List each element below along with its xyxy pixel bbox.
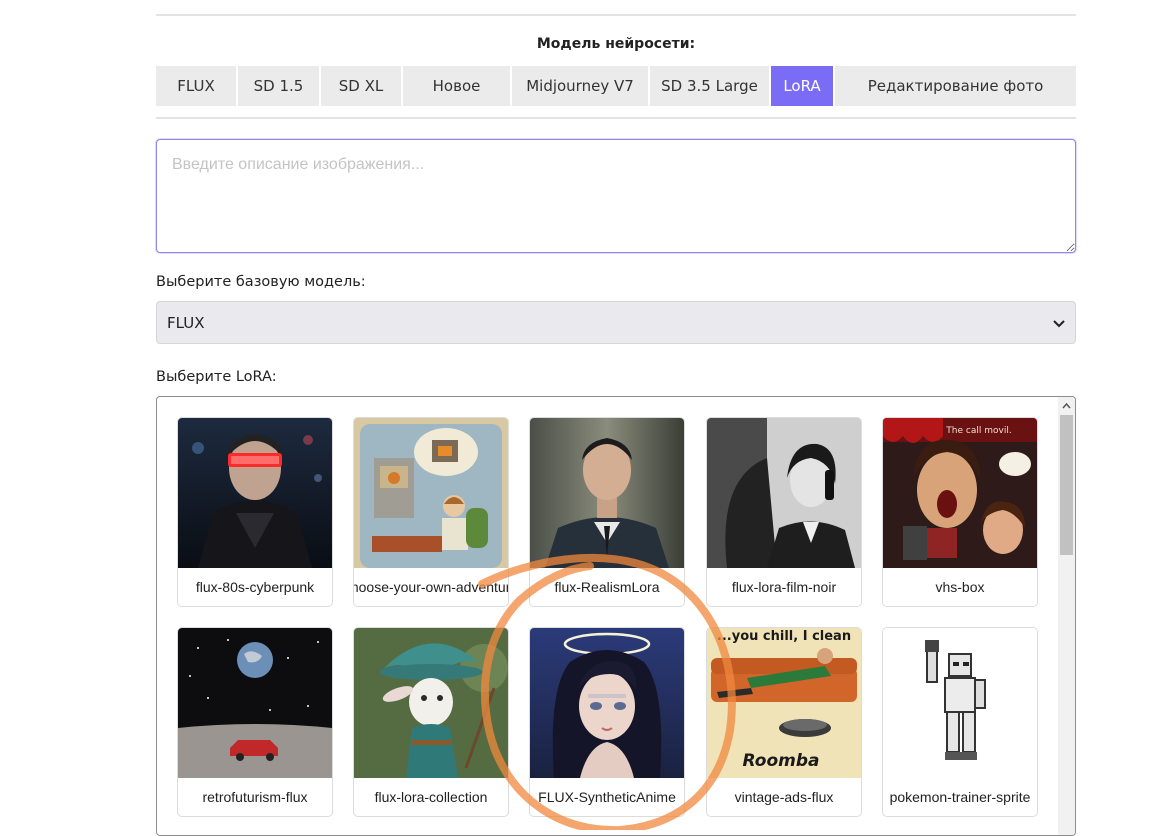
realism-thumbnail xyxy=(530,418,684,568)
lora-card-flux-lora-collection[interactable]: flux-lora-collection xyxy=(353,627,509,817)
top-divider xyxy=(156,14,1076,16)
lora-card-flux-syntheticanime[interactable]: FLUX-SyntheticAnime xyxy=(529,627,685,817)
base-model-selected-value: FLUX xyxy=(167,313,205,332)
vintage-ad-thumbnail: ...you chill, I clean Roomba xyxy=(707,628,861,778)
tab-flux[interactable]: FLUX xyxy=(156,66,236,106)
lora-card-label: choose-your-own-adventure xyxy=(354,579,508,595)
ad-brand-text: Roomba xyxy=(743,751,820,771)
film-noir-thumbnail xyxy=(707,418,861,568)
tab-photo-editing[interactable]: Редактирование фото xyxy=(835,66,1076,106)
lora-card-label: flux-RealismLora xyxy=(554,579,660,595)
tab-sd15[interactable]: SD 1.5 xyxy=(238,66,319,106)
scroll-up-icon[interactable] xyxy=(1058,399,1075,413)
model-section-title: Модель нейросети: xyxy=(536,36,696,52)
vhs-title-text: The call movil. xyxy=(945,426,1011,436)
base-model-select[interactable]: FLUX xyxy=(156,301,1076,344)
pixel-trooper-thumbnail xyxy=(883,628,1037,778)
lora-card-label: retrofuturism-flux xyxy=(202,789,308,805)
lora-card-retrofuturism-flux[interactable]: retrofuturism-flux xyxy=(177,627,333,817)
cyberpunk-thumbnail xyxy=(178,418,332,568)
lora-card-label: flux-80s-cyberpunk xyxy=(195,579,315,595)
bunny-wizard-thumbnail xyxy=(354,628,508,778)
prompt-input[interactable] xyxy=(156,139,1076,253)
adventure-thumbnail xyxy=(354,418,508,568)
lora-label: Выберите LoRA: xyxy=(156,369,277,385)
scroll-thumb[interactable] xyxy=(1060,415,1073,555)
lora-card-label: pokemon-trainer-sprite xyxy=(889,789,1031,805)
tab-midjourney-v7[interactable]: Midjourney V7 xyxy=(512,66,648,106)
lora-card-label: flux-lora-collection xyxy=(374,789,488,805)
chevron-down-icon xyxy=(1053,314,1065,332)
tabs-divider xyxy=(156,117,1076,119)
tab-sdxl[interactable]: SD XL xyxy=(321,66,401,106)
tab-sd35-large[interactable]: SD 3.5 Large xyxy=(650,66,769,106)
ad-headline-text: ...you chill, I clean xyxy=(717,629,851,644)
lora-card-label: FLUX-SyntheticAnime xyxy=(538,789,676,805)
vhs-box-thumbnail: The call movil. xyxy=(883,418,1037,568)
lora-card-vhs-box[interactable]: The call movil. vhs-box xyxy=(882,417,1038,607)
tab-new[interactable]: Новое xyxy=(403,66,510,106)
lora-card-flux-realismlora[interactable]: flux-RealismLora xyxy=(529,417,685,607)
lora-card-label: vhs-box xyxy=(935,579,985,595)
lora-card-flux-lora-film-noir[interactable]: flux-lora-film-noir xyxy=(706,417,862,607)
synthetic-anime-thumbnail xyxy=(530,628,684,778)
tab-lora[interactable]: LoRA xyxy=(771,66,833,106)
lora-card-label: vintage-ads-flux xyxy=(734,789,834,805)
gallery-scrollbar[interactable] xyxy=(1058,397,1075,835)
retrofuturism-thumbnail xyxy=(178,628,332,778)
lora-card-flux-80s-cyberpunk[interactable]: flux-80s-cyberpunk xyxy=(177,417,333,607)
lora-card-label: flux-lora-film-noir xyxy=(731,579,837,595)
base-model-label: Выберите базовую модель: xyxy=(156,274,366,290)
lora-card-vintage-ads-flux[interactable]: ...you chill, I clean Roomba vintage-ads… xyxy=(706,627,862,817)
lora-gallery[interactable]: flux-80s-cyberpunk choose-your-own-adven… xyxy=(156,396,1076,836)
lora-card-pokemon-trainer-sprite[interactable]: pokemon-trainer-sprite xyxy=(882,627,1038,817)
model-tabs: FLUX SD 1.5 SD XL Новое Midjourney V7 SD… xyxy=(156,66,1076,106)
lora-card-choose-your-own[interactable]: choose-your-own-adventure xyxy=(353,417,509,607)
